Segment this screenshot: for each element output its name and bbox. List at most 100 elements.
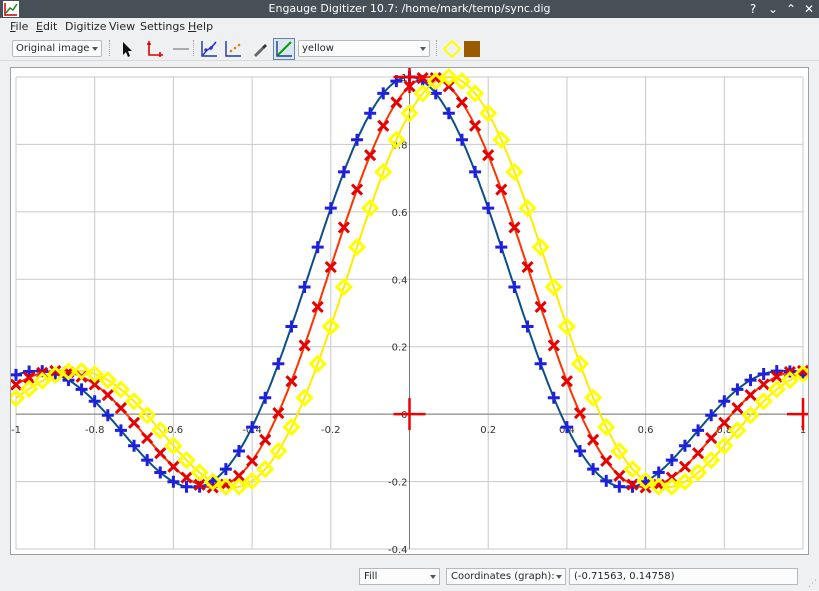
title-bar: Engauge Digitizer 10.7: /home/mark/temp/… <box>0 0 819 18</box>
curve-point-red <box>114 402 127 415</box>
curve-marker-icon <box>442 39 462 59</box>
menu-settings[interactable]: Settings <box>140 20 185 33</box>
y-tick-label: 0.6 <box>392 208 408 219</box>
segment-fill-icon[interactable] <box>273 38 295 60</box>
toolbar-separator <box>436 40 438 56</box>
curve-point-blue <box>298 281 311 294</box>
x-tick-label: -1 <box>11 425 21 436</box>
curve-point-red <box>154 447 167 460</box>
menu-bar: File Edit Digitize View Settings Help <box>0 18 819 36</box>
color-picker-icon[interactable] <box>249 39 269 59</box>
x-tick-label: 0.2 <box>480 425 496 436</box>
x-tick-label: -0.8 <box>85 425 105 436</box>
curve-point-blue <box>495 241 508 254</box>
curve-line-color-icon <box>464 41 480 57</box>
curve-point-blue <box>521 320 534 333</box>
background-select[interactable]: Original image <box>12 40 102 57</box>
close-icon[interactable]: ✕ <box>802 1 816 17</box>
toolbar-separator <box>109 40 111 56</box>
menu-help[interactable]: Help <box>188 20 213 33</box>
curve-point-red <box>573 406 587 420</box>
curve-point-red <box>101 388 114 402</box>
fill-mode-select[interactable]: Fill <box>359 568 440 585</box>
curve-select-value: yellow <box>302 43 334 54</box>
curve-point-red <box>731 402 744 415</box>
curve-point-blue <box>167 475 180 488</box>
graph-canvas[interactable]: -1 -0.8 -0.6 -0.4 -0.2 0.2 0.4 0.6 0.8 1 -0.4 -0.2 0… <box>10 67 809 555</box>
coordinates-mode-value: Coordinates (graph): <box>451 571 555 582</box>
curve-point-red <box>613 469 626 482</box>
curve-point-red <box>390 96 403 109</box>
curve-point-red <box>272 406 285 420</box>
curve-point-blue <box>508 281 521 294</box>
fill-mode-arrow <box>429 569 439 584</box>
curve-point-red <box>495 183 508 196</box>
curve-point-red <box>521 260 534 274</box>
curve-point-red <box>692 447 705 460</box>
curve-point-red <box>350 183 364 196</box>
y-tick-label: 0 <box>401 410 407 421</box>
axis-point-icon[interactable] <box>145 39 165 59</box>
coordinates-mode-arrow <box>555 569 565 584</box>
y-tick-label: -0.2 <box>388 478 408 489</box>
curve-point-red <box>547 339 560 352</box>
window-title: Engauge Digitizer 10.7: /home/mark/temp/… <box>268 2 551 15</box>
coordinates-mode-select[interactable]: Coordinates (graph): <box>446 568 566 585</box>
curve-point-blue <box>482 202 495 215</box>
curve-point-red <box>744 388 757 402</box>
curve-point-blue <box>337 165 350 178</box>
menu-digitize[interactable]: Digitize <box>65 20 106 33</box>
curve-point-red <box>600 454 613 467</box>
curve-point-red <box>285 375 298 388</box>
curve-point-blue <box>744 374 757 387</box>
curve-point-blue <box>469 165 482 178</box>
chevron-down-icon <box>92 47 98 51</box>
curve-point-blue <box>757 367 770 380</box>
curve-point-red <box>259 433 272 446</box>
x-tick-label: -0.2 <box>321 425 341 436</box>
curve-point-red <box>678 460 692 473</box>
curve-point-icon[interactable] <box>199 39 219 59</box>
curve-point-blue <box>613 480 626 493</box>
curve-point-red <box>455 96 469 109</box>
axis-point-marker <box>393 398 426 431</box>
curve-point-red <box>469 119 482 132</box>
curve-point-red <box>364 149 377 162</box>
curve-point-blue <box>364 107 377 120</box>
curve-point-blue <box>442 107 455 120</box>
minimize-icon[interactable]: ⌄ <box>766 1 780 17</box>
curve-point-red <box>377 119 390 132</box>
x-tick-label: 0.6 <box>638 425 654 436</box>
curve-point-blue <box>324 202 337 215</box>
select-arrow-icon[interactable] <box>117 39 137 59</box>
curve-point-blue <box>259 391 272 404</box>
help-icon[interactable]: ? <box>746 1 760 17</box>
chevron-down-icon <box>430 575 436 579</box>
curve-point-red <box>127 416 141 429</box>
curve-point-blue <box>285 320 298 333</box>
maximize-icon[interactable]: ⌃ <box>784 1 798 17</box>
menu-file[interactable]: File <box>10 20 28 33</box>
curve-point-blue <box>574 445 587 458</box>
menu-edit[interactable]: Edit <box>36 20 57 33</box>
curve-select[interactable]: yellow <box>298 40 430 57</box>
curve-point-red <box>705 432 718 445</box>
curve-point-blue <box>232 445 245 458</box>
menu-view[interactable]: View <box>109 20 135 33</box>
curve-point-red <box>757 378 770 391</box>
curve-point-red <box>534 300 547 313</box>
status-bar: Fill Coordinates (graph): (-0.71563, 0.1… <box>0 564 819 591</box>
y-tick-label: -0.4 <box>388 545 408 554</box>
toolbar-separator <box>193 40 195 56</box>
resize-grip-icon[interactable]: ⋰ <box>808 579 817 589</box>
coordinates-value: (-0.71563, 0.14758) <box>574 571 675 582</box>
scale-bar-icon[interactable] <box>171 39 191 59</box>
curve-point-red <box>337 221 350 234</box>
y-tick-label: 0.2 <box>392 343 408 354</box>
chevron-down-icon <box>420 47 426 51</box>
point-match-icon[interactable] <box>223 39 243 59</box>
digitized-plot[interactable]: -1 -0.8 -0.6 -0.4 -0.2 0.2 0.4 0.6 0.8 1-0.4-0.20… <box>11 68 808 554</box>
curve-point-blue <box>272 357 285 370</box>
curve-point-red <box>587 433 600 446</box>
curve-point-blue <box>534 357 547 370</box>
